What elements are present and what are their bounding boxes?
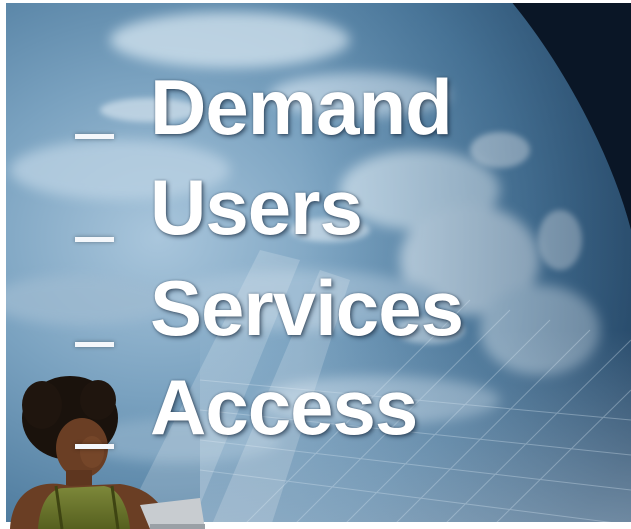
bullet-item-users: Users: [0, 162, 631, 272]
bullet-item-services: Services: [0, 263, 631, 373]
bullet-text: Services: [150, 264, 464, 352]
bullet-item-demand: Demand: [0, 62, 631, 172]
dash-marker: [75, 134, 114, 139]
slide: Demand Users Services Access: [0, 0, 631, 529]
bullet-list: Demand Users Services Access: [0, 0, 631, 529]
bullet-text: Demand: [150, 63, 453, 151]
bullet-text: Users: [150, 163, 363, 251]
dash-marker: [75, 237, 114, 242]
bullet-text: Access: [150, 363, 418, 451]
dash-marker: [75, 342, 114, 347]
dash-marker: [75, 444, 114, 449]
bullet-item-access: Access: [0, 362, 631, 472]
